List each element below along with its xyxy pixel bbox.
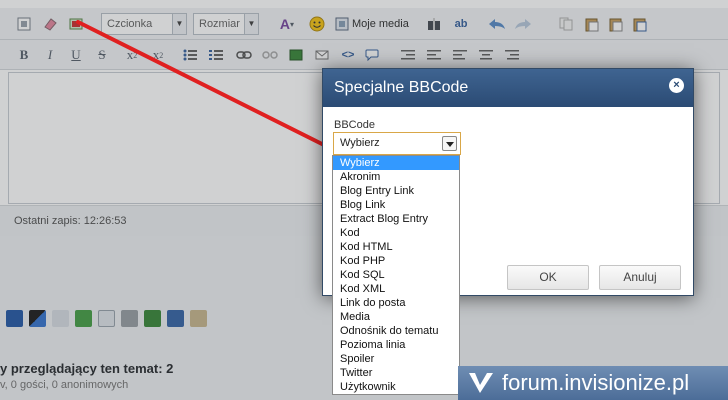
list-item[interactable]: Użytkownik xyxy=(333,380,459,394)
bbcode-select[interactable]: Wybierz xyxy=(333,132,461,155)
dialog-title: Specjalne BBCode xyxy=(334,79,469,96)
ok-button[interactable]: OK xyxy=(507,265,589,290)
bbcode-options-list: Wybierz Akronim Blog Entry Link Blog Lin… xyxy=(332,155,460,395)
list-item[interactable]: Kod SQL xyxy=(333,268,459,282)
list-item[interactable]: Pozioma linia xyxy=(333,338,459,352)
cancel-button[interactable]: Anuluj xyxy=(599,265,681,290)
list-item[interactable]: Kod xyxy=(333,226,459,240)
list-item[interactable]: Odnośnik do tematu xyxy=(333,324,459,338)
list-item[interactable]: Akronim xyxy=(333,170,459,184)
list-item[interactable]: Extract Blog Entry xyxy=(333,212,459,226)
bbcode-select-value: Wybierz xyxy=(340,137,380,149)
list-item[interactable]: Wybierz xyxy=(333,156,459,170)
chevron-down-icon[interactable] xyxy=(442,136,457,151)
list-item[interactable]: Kod XML xyxy=(333,282,459,296)
list-item[interactable]: Blog Link xyxy=(333,198,459,212)
watermark-text: forum.invisionize.pl xyxy=(502,370,690,395)
list-item[interactable]: Media xyxy=(333,310,459,324)
dialog-header: Specjalne BBCode × xyxy=(323,69,693,107)
list-item[interactable]: Kod PHP xyxy=(333,254,459,268)
list-item[interactable]: Spoiler xyxy=(333,352,459,366)
list-item[interactable]: Blog Entry Link xyxy=(333,184,459,198)
list-item[interactable]: Kod HTML xyxy=(333,240,459,254)
bbcode-field-label: BBCode xyxy=(334,119,375,131)
list-item[interactable]: Link do posta xyxy=(333,296,459,310)
close-icon[interactable]: × xyxy=(669,78,684,93)
list-item[interactable]: Twitter xyxy=(333,366,459,380)
watermark: forum.invisionize.pl xyxy=(458,366,728,400)
checkmark-logo-icon xyxy=(469,373,493,393)
